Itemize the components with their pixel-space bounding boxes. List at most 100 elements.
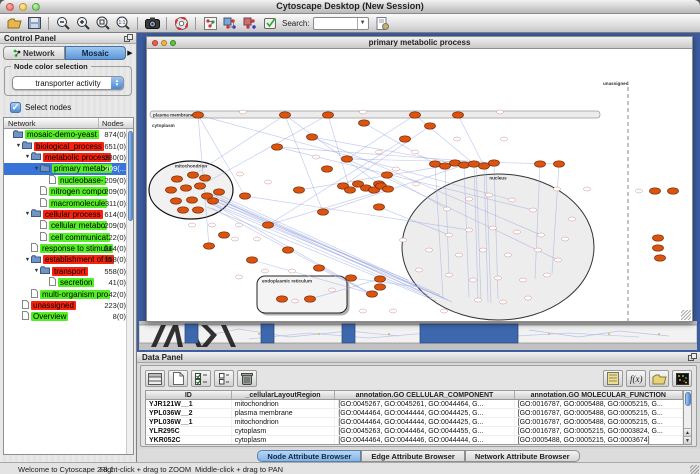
attribute-table-icon[interactable] (145, 370, 165, 387)
tree-row[interactable]: multi-organism pro42(0) (4, 288, 128, 299)
network-window[interactable]: primary metabolic process plasma membran… (146, 36, 693, 322)
zoom-fit-icon[interactable]: 1:1 (113, 15, 133, 32)
float-panel-icon[interactable] (124, 34, 133, 42)
table-column-header[interactable]: annotation.GO MOLECULAR_FUNCTION (515, 391, 683, 399)
attribute-browser-tab[interactable]: Node Attribute Browser (257, 450, 361, 462)
table-column-header[interactable]: _cellularLayoutRegion (232, 391, 336, 399)
tree-expander-icon[interactable]: ▼ (33, 166, 40, 172)
zoom-out-icon[interactable] (53, 15, 73, 32)
table-scrollbar[interactable]: ▲ ▼ (683, 390, 692, 445)
tree-row[interactable]: ▼biological_process651(0) (4, 140, 128, 151)
tab-mosaic[interactable]: Mosaic (65, 46, 127, 60)
node-color-select[interactable]: transporter activity ▲▼ (12, 76, 124, 90)
tree-column-network[interactable]: Network (4, 118, 99, 128)
tree-row[interactable]: ▼primary metabo209(... (4, 163, 128, 174)
plugin-icon[interactable] (373, 15, 393, 32)
attribute-browser-tab[interactable]: Network Attribute Browser (465, 450, 580, 462)
network-file-icon (49, 277, 56, 288)
tree-row[interactable]: unassigned223(0) (4, 300, 128, 311)
tree-row[interactable]: cell communicat22(0) (4, 232, 128, 243)
background-windows-fragment[interactable] (139, 321, 697, 350)
import-icon[interactable] (649, 370, 669, 387)
table-column-header[interactable]: annotation.GO CELLULAR_COMPONENT (335, 391, 514, 399)
network-resize-grip[interactable] (681, 310, 691, 320)
tree-row-node-count: 209(0) (104, 187, 126, 196)
tree-row[interactable]: ▼transport558(0) (4, 266, 128, 277)
window-resize-grip[interactable] (690, 465, 699, 474)
delete-attribute-icon[interactable] (237, 370, 257, 387)
table-column-header[interactable]: ID (146, 391, 232, 399)
table-cell: [GO:0044464, GO:0044444, GO:0044425, G..… (335, 418, 514, 426)
tree-row-node-count: 614(0) (104, 210, 126, 219)
table-scrollbar-thumb[interactable] (685, 392, 691, 406)
tree-row[interactable]: secretion41(0) (4, 277, 128, 288)
tree-row[interactable]: ▼metabolic process280(0) (4, 152, 128, 163)
tree-row[interactable]: cellular metabo209(0) (4, 220, 128, 231)
table-row[interactable]: YPL036W__2plasma membrane[GO:0044464, GO… (146, 409, 683, 418)
folder-icon (31, 152, 41, 162)
tree-expander-icon[interactable]: ▼ (24, 211, 31, 217)
zoom-in-icon[interactable] (73, 15, 93, 32)
scroll-up-icon[interactable]: ▲ (684, 428, 691, 436)
network-icon[interactable] (200, 15, 220, 32)
tree-row[interactable]: macromolecule311(0) (4, 197, 128, 208)
tree-row-label: transport (52, 267, 88, 276)
select-attributes-icon[interactable] (191, 370, 211, 387)
tree-row[interactable]: ▼establishment of lo558(0) (4, 254, 128, 265)
matrix-icon[interactable] (672, 370, 692, 387)
network-file-icon (22, 311, 29, 322)
network-canvas[interactable]: plasma membranecytoplasmmitochondrionnuc… (147, 49, 692, 321)
table-row[interactable]: YJR121W__1mitochondrion[GO:0045267, GO:0… (146, 400, 683, 409)
snapshot-icon[interactable] (142, 15, 162, 32)
tree-row[interactable]: nucleobase-209(0) (4, 175, 128, 186)
search-dropdown-arrow-icon[interactable]: ▼ (357, 18, 368, 29)
table-row[interactable]: YKR052Ccytoplasm[GO:0044464, GO:0044446,… (146, 436, 683, 445)
tree-expander-icon[interactable]: ▼ (15, 143, 22, 149)
zoom-selected-icon[interactable] (93, 15, 113, 32)
tree-expander-icon[interactable]: ▼ (33, 268, 40, 274)
table-cell: [GO:0045263, GO:0044464, GO:0044455, G..… (335, 427, 514, 435)
tree-row-label: primary metabo (52, 164, 112, 173)
tree-expander-icon[interactable]: ▼ (24, 257, 31, 263)
control-panel-header: Control Panel (0, 33, 136, 44)
table-cell: [GO:0044464, GO:0044446, GO:0044444, G..… (335, 436, 514, 444)
window-title: Cytoscape Desktop (New Session) (0, 1, 700, 11)
tree-row[interactable]: response to stimulu264(0) (4, 243, 128, 254)
float-data-panel-icon[interactable] (688, 353, 697, 361)
tree-expander-icon[interactable]: ▼ (24, 154, 31, 160)
unselect-attributes-icon[interactable] (214, 370, 234, 387)
table-row[interactable]: YLR295Ccytoplasm[GO:0045263, GO:0044464,… (146, 427, 683, 436)
tree-rows: mosaic-demo-yeast874(0)▼biological_proce… (4, 129, 128, 323)
notes-icon[interactable] (603, 370, 623, 387)
annotation-icon[interactable] (260, 15, 280, 32)
save-icon[interactable] (24, 15, 44, 32)
tree-column-nodes[interactable]: Nodes (99, 118, 133, 128)
status-zoom-hint: Right-click + drag to ZOOM (100, 465, 191, 474)
vizmapper-icon[interactable] (220, 15, 240, 32)
tree-row[interactable]: mosaic-demo-yeast874(0) (4, 129, 128, 140)
tab-scroll-right-icon[interactable]: ▶ (126, 46, 134, 60)
table-row[interactable]: YPL036W__1mitochondrion[GO:0044464, GO:0… (146, 418, 683, 427)
tree-scrollbar-thumb[interactable] (128, 131, 133, 221)
folder-icon (13, 130, 23, 140)
scroll-down-icon[interactable]: ▼ (684, 436, 691, 444)
open-folder-icon[interactable] (4, 15, 24, 32)
network-window-titlebar[interactable]: primary metabolic process (147, 37, 692, 49)
select-nodes-checkbox[interactable]: ✓ (10, 102, 21, 113)
tree-scrollbar[interactable] (126, 129, 133, 455)
tree-row[interactable]: Overview8(0) (4, 311, 128, 322)
help-icon[interactable] (171, 15, 191, 32)
tree-header[interactable]: Network Nodes (4, 118, 133, 129)
tree-row-label: multi-organism pro (40, 290, 110, 299)
filter-icon[interactable] (240, 15, 260, 32)
tree-row[interactable]: ▼cellular process614(0) (4, 209, 128, 220)
attribute-browser-tab[interactable]: Edge Attribute Browser (361, 450, 464, 462)
new-attribute-icon[interactable] (168, 370, 188, 387)
search-input[interactable]: ▼ (313, 17, 369, 30)
table-cell: [GO:0045267, GO:0045261, GO:0044464, G..… (335, 400, 514, 408)
function-builder-icon[interactable]: f(x) (626, 370, 646, 387)
tree-row-node-count: 558(0) (104, 255, 126, 264)
tree-row[interactable]: nitrogen compo209(0) (4, 186, 128, 197)
tab-network[interactable]: Network (3, 46, 65, 60)
attribute-table[interactable]: ID_cellularLayoutRegionannotation.GO CEL… (145, 390, 684, 445)
